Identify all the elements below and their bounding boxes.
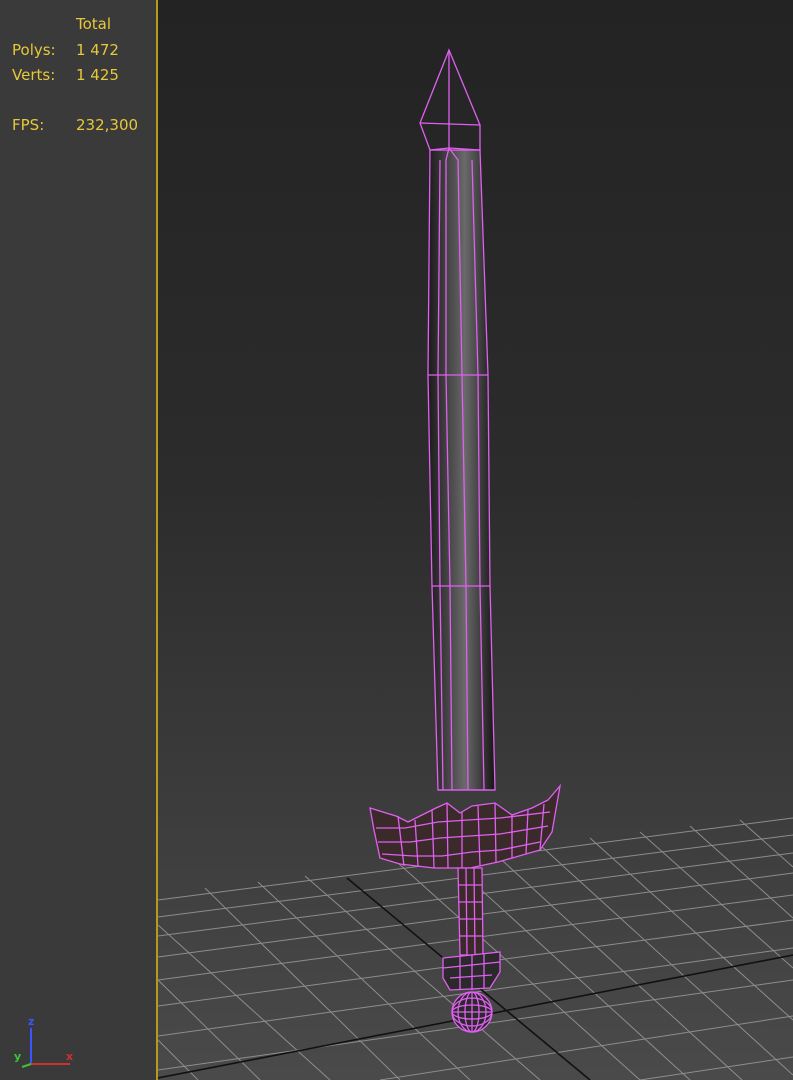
x-axis-label: x [66,1050,74,1063]
polys-value: 1 472 [76,41,119,59]
fps-value: 232,300 [76,116,139,134]
axis-gizmo-lines [21,1028,70,1068]
sword-tip [419,48,481,151]
stats-header: Total [76,15,112,33]
stats-panel: Total Polys: 1 472 Verts: 1 425 FPS: 232… [0,0,156,1080]
y-axis-line [21,1063,32,1068]
z-axis-label: z [28,1015,35,1028]
fps-label: FPS: [12,116,45,134]
sword-grip [457,867,484,956]
verts-value: 1 425 [76,66,119,84]
perspective-viewport[interactable] [158,0,793,1080]
y-axis-label: y [14,1050,22,1063]
verts-label: Verts: [12,66,56,84]
viewport-scene [158,48,793,1080]
polys-label: Polys: [12,41,56,59]
sword-model[interactable] [369,48,562,1033]
axis-gizmo-icon: z y x [8,1012,78,1072]
sword-blade [427,149,496,791]
sword-crossguard [369,783,562,869]
